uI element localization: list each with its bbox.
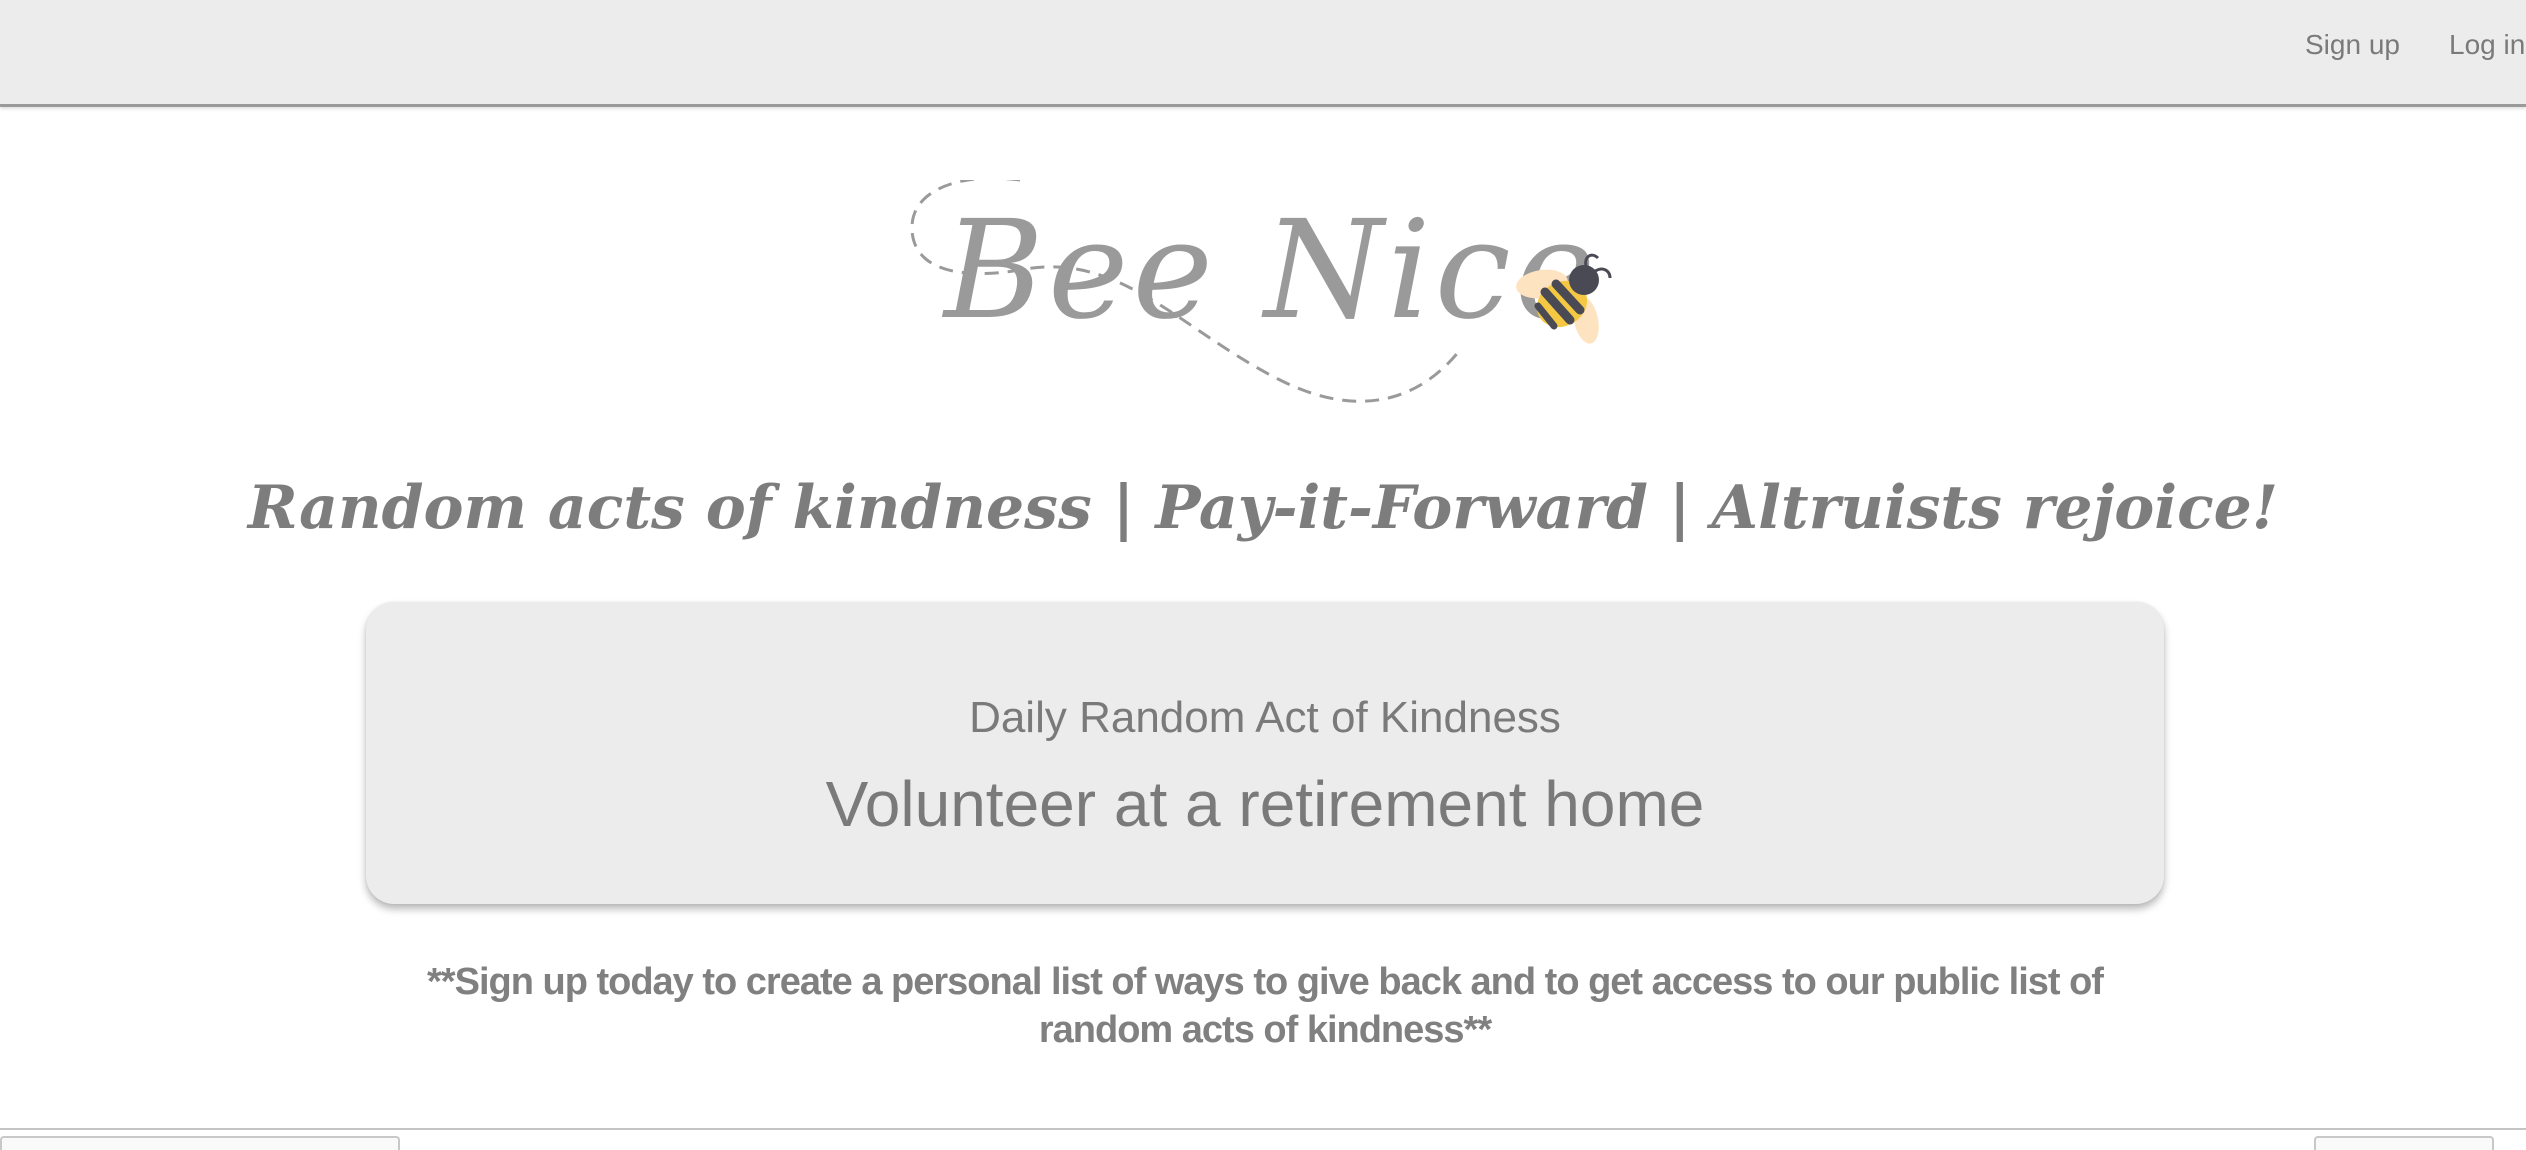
daily-act-card: Daily Random Act of Kindness Volunteer a…: [366, 602, 2164, 904]
log-in-link[interactable]: Log in: [2449, 28, 2525, 62]
sign-up-link[interactable]: Sign up: [2305, 28, 2400, 62]
daily-act-text: Volunteer at a retirement home: [825, 768, 1705, 840]
tagline: Random acts of kindness | Pay-it-Forward…: [247, 473, 2279, 543]
bee-nice-logo: Bee Nice: [900, 180, 1640, 420]
bee-icon: [1516, 253, 1612, 344]
logo-wordmark: Bee Nice: [944, 192, 1600, 350]
signup-promo-text: **Sign up today to create a personal lis…: [427, 961, 2104, 1051]
daily-act-heading: Daily Random Act of Kindness: [969, 693, 1561, 742]
top-navbar: Sign up Log in: [0, 0, 2526, 107]
